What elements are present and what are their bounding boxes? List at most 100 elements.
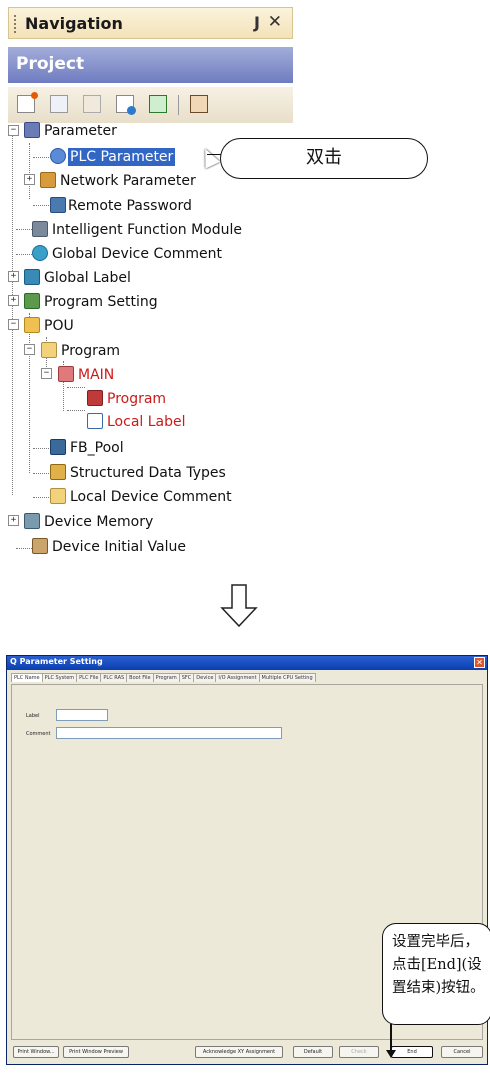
- tree-line: [29, 313, 30, 473]
- navigation-toolbar: [8, 87, 293, 123]
- device-memory-icon: [24, 513, 40, 529]
- tree-item-program[interactable]: Program: [61, 342, 120, 360]
- close-icon[interactable]: ✕: [268, 12, 282, 32]
- tree-line: [29, 143, 30, 199]
- label-field-label: Label: [26, 713, 40, 719]
- tree-line: [67, 410, 85, 411]
- project-header[interactable]: Project: [8, 47, 293, 83]
- dialog-title-bar[interactable]: Q Parameter Setting ✕: [7, 656, 487, 670]
- check-button[interactable]: Check: [339, 1046, 379, 1058]
- tree-line: [33, 497, 49, 498]
- tab-sfc[interactable]: SFC: [178, 673, 195, 682]
- tree-item-fb-pool[interactable]: FB_Pool: [70, 439, 124, 457]
- tab-io-assignment[interactable]: I/O Assignment: [215, 673, 260, 682]
- tree-item-device-initial-value[interactable]: Device Initial Value: [52, 538, 186, 556]
- navigation-panel: Navigation J ✕ Project − Parameter PLC P…: [8, 7, 293, 567]
- tree-item-network-parameter[interactable]: Network Parameter: [60, 172, 196, 190]
- local-device-comment-icon: [50, 488, 66, 504]
- tree-item-main-program[interactable]: Program: [107, 390, 166, 408]
- global-label-icon: [24, 269, 40, 285]
- tree-item-device-memory[interactable]: Device Memory: [44, 513, 153, 531]
- network-parameter-icon: [40, 172, 56, 188]
- tree-item-local-device-comment[interactable]: Local Device Comment: [70, 488, 232, 506]
- callout-pointer-arrowhead: [386, 1050, 396, 1058]
- refresh-icon[interactable]: [149, 95, 167, 113]
- global-device-comment-icon: [32, 245, 48, 261]
- tree-item-remote-password[interactable]: Remote Password: [68, 197, 192, 215]
- comment-field-label: Comment: [26, 731, 51, 737]
- tree-line: [33, 157, 49, 158]
- copy-icon[interactable]: [50, 95, 68, 113]
- tree-item-structured-data-types[interactable]: Structured Data Types: [70, 464, 226, 482]
- end-hint-callout: 设置完毕后，点击[End](设置结束)按钮。: [382, 923, 490, 1025]
- collapse-main-icon[interactable]: −: [41, 368, 52, 379]
- tree-line: [12, 135, 13, 495]
- intelligent-function-module-icon: [32, 221, 48, 237]
- callout-pointer-line: [390, 1024, 392, 1051]
- collapse-parameter-icon[interactable]: −: [8, 125, 19, 136]
- drag-grip-icon[interactable]: [14, 15, 18, 33]
- tree-line: [67, 387, 85, 388]
- tree-line: [33, 448, 49, 449]
- tab-plc-name[interactable]: PLC Name: [11, 673, 43, 682]
- tree-item-global-label[interactable]: Global Label: [44, 269, 131, 287]
- parameter-folder-icon: [24, 122, 40, 138]
- program-setting-icon: [24, 293, 40, 309]
- tree-item-global-device-comment[interactable]: Global Device Comment: [52, 245, 222, 263]
- property-icon[interactable]: [116, 95, 136, 115]
- tab-boot-file[interactable]: Boot File: [126, 673, 154, 682]
- tab-plc-file[interactable]: PLC File: [76, 673, 102, 682]
- tree-line: [33, 473, 49, 474]
- tab-multiple-cpu-setting[interactable]: Multiple CPU Setting: [258, 673, 316, 682]
- dialog-title: Q Parameter Setting: [10, 657, 103, 666]
- expand-device-memory-icon[interactable]: +: [8, 515, 19, 526]
- main-program-icon: [58, 366, 74, 382]
- collapse-pou-icon[interactable]: −: [8, 319, 19, 330]
- remote-password-icon: [50, 197, 66, 213]
- tab-plc-ras[interactable]: PLC RAS: [100, 673, 128, 682]
- expand-program-setting-icon[interactable]: +: [8, 295, 19, 306]
- plc-parameter-icon: [50, 148, 66, 164]
- expand-network-parameter-icon[interactable]: +: [24, 174, 35, 185]
- tree-item-intelligent-function-module[interactable]: Intelligent Function Module: [52, 221, 242, 239]
- tab-program[interactable]: Program: [152, 673, 180, 682]
- paste-icon[interactable]: [83, 95, 101, 113]
- dialog-close-icon[interactable]: ✕: [474, 657, 485, 668]
- pin-icon[interactable]: J: [254, 13, 260, 32]
- ladder-program-icon: [87, 390, 103, 406]
- navigation-title: Navigation: [25, 14, 123, 33]
- fb-icon[interactable]: [190, 95, 208, 113]
- local-label-icon: [87, 413, 103, 429]
- new-item-icon[interactable]: [17, 92, 38, 113]
- structured-data-types-icon: [50, 464, 66, 480]
- program-folder-icon: [41, 342, 57, 358]
- down-arrow-icon: [220, 584, 258, 628]
- navigation-title-bar[interactable]: Navigation J ✕: [8, 7, 293, 39]
- tree-item-plc-parameter[interactable]: PLC Parameter: [68, 148, 176, 166]
- tree-line: [33, 205, 49, 206]
- default-button[interactable]: Default: [293, 1046, 333, 1058]
- parameter-tabs: PLC Name PLC System PLC File PLC RAS Boot Fi…: [11, 673, 316, 683]
- pou-folder-icon: [24, 317, 40, 333]
- acknowledge-xy-assignment-button[interactable]: Acknowledge XY Assignment: [195, 1046, 283, 1058]
- tree-item-pou[interactable]: POU: [44, 317, 74, 335]
- fb-pool-icon: [50, 439, 66, 455]
- collapse-program-icon[interactable]: −: [24, 344, 35, 355]
- tree-item-parameter[interactable]: Parameter: [44, 122, 117, 140]
- tree-item-local-label[interactable]: Local Label: [107, 413, 186, 431]
- tree-item-program-setting[interactable]: Program Setting: [44, 293, 158, 311]
- project-header-label: Project: [16, 54, 85, 74]
- tree-item-main[interactable]: MAIN: [78, 366, 114, 384]
- print-window-preview-button[interactable]: Print Window Preview: [63, 1046, 129, 1058]
- tab-plc-system[interactable]: PLC System: [41, 673, 78, 682]
- comment-input[interactable]: [56, 727, 282, 739]
- label-input[interactable]: [56, 709, 108, 721]
- tab-device[interactable]: Device: [193, 673, 217, 682]
- print-window-button[interactable]: Print Window...: [13, 1046, 59, 1058]
- cancel-button[interactable]: Cancel: [441, 1046, 483, 1058]
- end-button[interactable]: End: [391, 1046, 433, 1058]
- expand-global-label-icon[interactable]: +: [8, 271, 19, 282]
- device-initial-value-icon: [32, 538, 48, 554]
- toolbar-separator: [178, 95, 179, 115]
- double-click-callout: 双击: [207, 138, 428, 179]
